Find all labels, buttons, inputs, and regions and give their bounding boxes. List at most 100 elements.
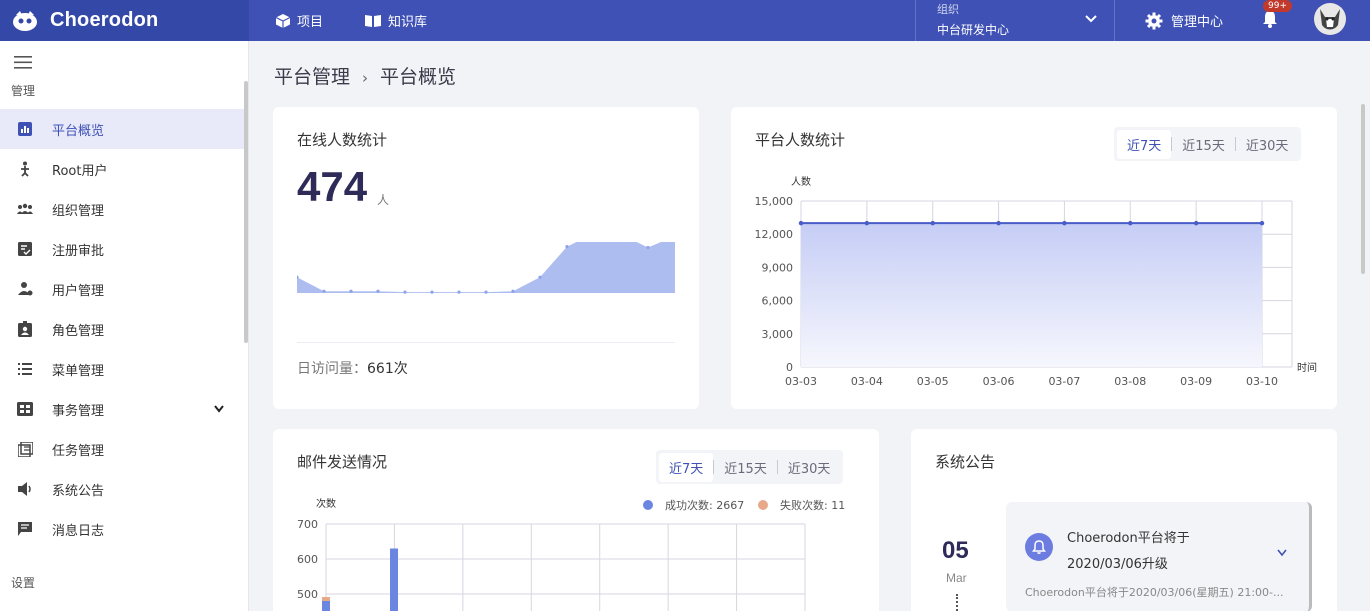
nav-projects-label: 项目 [297, 15, 324, 30]
breadcrumb: 平台管理 › 平台概览 [274, 62, 456, 89]
brand[interactable]: Choerodon [0, 0, 249, 41]
y-tick-label: 0 [786, 361, 793, 374]
sidebar-item-message-log[interactable]: 消息日志 [0, 509, 244, 549]
gear-icon [1145, 12, 1163, 30]
online-users-card: 在线人数统计 474 人 日访问量：661次 [273, 107, 699, 409]
top-bar: Choerodon 项目 知识库 组织 中台研发中心 管理中心 99+ [0, 0, 1370, 41]
range-30-days[interactable]: 近30天 [1236, 130, 1299, 159]
platform-point [1128, 220, 1133, 226]
cube-icon [275, 13, 291, 29]
sidebar-item-transaction-manage[interactable]: 事务管理 [0, 389, 244, 429]
breadcrumb-separator: › [362, 69, 369, 87]
online-count: 474 [297, 163, 368, 210]
online-point [646, 245, 650, 250]
online-unit: 人 [377, 193, 390, 207]
hamburger-menu-icon[interactable] [14, 54, 32, 73]
sidebar-item-label: 注册审批 [52, 243, 105, 259]
sidebar-item-system-announce[interactable]: 系统公告 [0, 469, 244, 509]
sidebar-scrollbar[interactable] [244, 81, 248, 343]
online-point [322, 289, 326, 293]
y-axis-label: 人数 [791, 175, 811, 188]
sidebar-item-label: 菜单管理 [52, 363, 105, 379]
sidebar-item-register-approval[interactable]: 注册审批 [0, 229, 244, 269]
sidebar-item-label: 平台概览 [52, 123, 105, 139]
page-scrollbar[interactable] [1361, 104, 1365, 274]
sidebar-item-menu-manage[interactable]: 菜单管理 [0, 349, 244, 389]
sidebar-item-org-manage[interactable]: 组织管理 [0, 189, 244, 229]
y-tick-label: 500 [297, 588, 318, 601]
page-title: 平台概览 [380, 66, 457, 88]
platform-point [864, 220, 870, 226]
org-selector[interactable]: 组织 中台研发中心 [915, 0, 1115, 41]
approval-icon [15, 242, 35, 256]
section-label-settings: 设置 [11, 576, 36, 590]
online-point [511, 289, 515, 293]
x-tick-label: 03-04 [851, 375, 883, 388]
card-title: 在线人数统计 [297, 131, 388, 149]
platform-point [930, 220, 935, 226]
admin-center-label: 管理中心 [1171, 15, 1224, 30]
range-7-days[interactable]: 近7天 [1117, 129, 1172, 159]
online-point [403, 290, 407, 294]
bell-icon[interactable] [1261, 9, 1279, 33]
range-selector: 近7天 近15天 近30天 [656, 450, 844, 484]
avatar[interactable] [1314, 3, 1346, 35]
sidebar-item-label: 消息日志 [52, 523, 105, 539]
sidebar-item-label: 事务管理 [52, 403, 105, 419]
x-tick-label: 03-06 [983, 375, 1015, 388]
brand-name: Choerodon [50, 9, 159, 31]
online-point [538, 275, 542, 279]
sidebar-item-platform-overview[interactable]: 平台概览 [0, 109, 244, 149]
online-point [565, 245, 569, 249]
y-tick-label: 600 [297, 553, 318, 566]
visits-label: 日访问量： [297, 361, 367, 377]
online-point [484, 290, 488, 294]
legend-fail-label: 失败次数: 11 [780, 498, 845, 512]
sidebar-item-label: 组织管理 [52, 203, 105, 219]
sidebar-item-user-manage[interactable]: 用户管理 [0, 269, 244, 309]
online-point [457, 290, 461, 294]
daily-visits: 日访问量：661次 [297, 358, 408, 378]
announcement-item[interactable]: Choerodon平台将于 2020/03/06升级 Choerodon平台将于2… [1006, 502, 1312, 611]
nav-projects[interactable]: 项目 [275, 0, 323, 41]
sidebar-item-label: Root用户 [52, 163, 108, 179]
success-bar [322, 601, 330, 611]
divider [297, 342, 675, 343]
range-30-days[interactable]: 近30天 [778, 453, 841, 482]
user-manage-icon [15, 281, 35, 297]
range-15-days[interactable]: 近15天 [714, 453, 777, 482]
x-tick-label: 03-09 [1180, 375, 1212, 388]
sidebar-item-task-manage[interactable]: 任务管理 [0, 429, 244, 469]
menu-list-icon [15, 363, 35, 375]
mail-card: 邮件发送情况 近7天 近15天 近30天 次数 500 600 700 成功次数: 26… [273, 429, 879, 611]
y-tick-label: 9,000 [762, 261, 794, 274]
book-icon [364, 13, 382, 28]
range-7-days[interactable]: 近7天 [659, 452, 714, 482]
online-area [297, 242, 675, 293]
breadcrumb-parent[interactable]: 平台管理 [274, 66, 350, 88]
nav-knowledge[interactable]: 知识库 [364, 0, 427, 41]
admin-center-button[interactable]: 管理中心 [1145, 0, 1223, 41]
y-tick-label: 700 [297, 518, 318, 531]
announce-icon [15, 482, 35, 496]
sidebar-item-root-user[interactable]: Root用户 [0, 149, 244, 189]
announce-day: 05 [942, 537, 969, 564]
online-area-chart [297, 242, 675, 294]
online-point [376, 289, 380, 293]
platform-point [1259, 220, 1265, 226]
notification-bell-icon [1025, 533, 1053, 561]
sidebar: 管理 平台概览 Root用户 组织管理 注册审批 用户管理 角色管理 菜单管理 … [0, 41, 249, 611]
bar-chart-icon [15, 122, 35, 136]
role-icon [15, 321, 35, 337]
sidebar-item-role-manage[interactable]: 角色管理 [0, 309, 244, 349]
range-15-days[interactable]: 近15天 [1172, 130, 1235, 159]
chevron-down-icon[interactable] [1277, 542, 1287, 561]
online-point [349, 289, 353, 293]
success-bar [390, 548, 398, 611]
announcement-summary: Choerodon平台将于2020/03/06(星期五) 21:00-... [1025, 586, 1284, 599]
y-tick-label: 3,000 [762, 328, 794, 341]
y-tick-label: 15,000 [755, 195, 794, 208]
mail-bar-chart: 次数 500 600 700 成功次数: 2667 失败次数: 11 [297, 497, 845, 611]
platform-line-chart: 0 3,000 6,000 9,000 12,000 15,000 03-03 03-04 03… [755, 175, 1318, 388]
x-tick-label: 03-03 [785, 375, 817, 388]
